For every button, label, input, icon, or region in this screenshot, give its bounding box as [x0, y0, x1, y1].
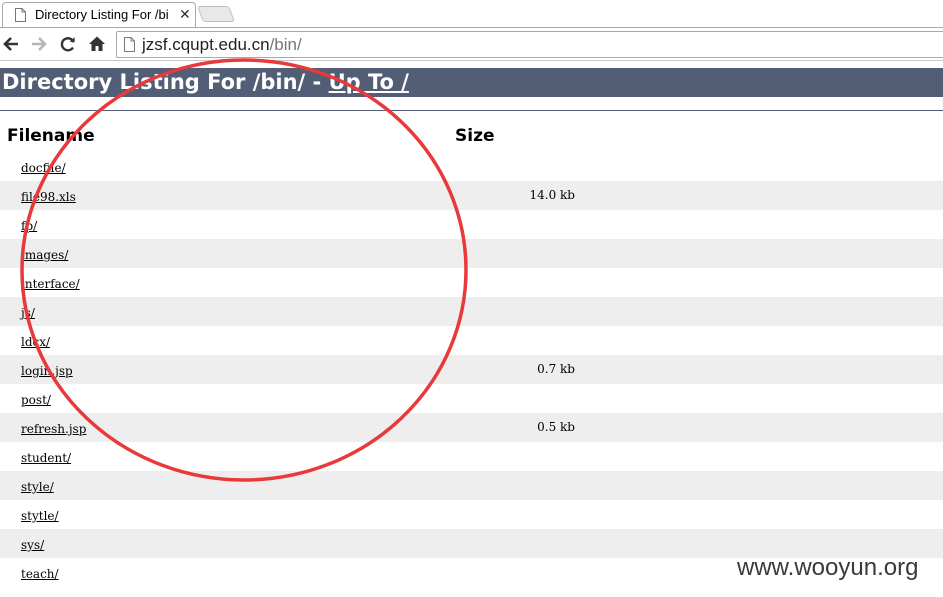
file-list: docfile/file98.xls 14.0 kb fp/images/inter… [0, 152, 943, 587]
forward-arrow-icon [32, 37, 47, 51]
page-icon [124, 37, 135, 52]
page-title: Directory Listing For /bin/ - Up To / [0, 68, 943, 97]
home-button[interactable] [87, 34, 107, 54]
file-size: 0.7 kb [537, 362, 575, 376]
divider [0, 110, 943, 111]
table-row: student/ [0, 442, 943, 471]
table-row: interface/ [0, 268, 943, 297]
file-link[interactable]: sys/ [21, 538, 44, 552]
forward-button[interactable] [29, 34, 49, 54]
file-link[interactable]: docfile/ [21, 161, 66, 175]
home-icon [89, 36, 105, 51]
back-button[interactable] [1, 34, 21, 54]
file-link[interactable]: interface/ [21, 277, 80, 291]
up-to-link[interactable]: Up To / [329, 70, 409, 94]
file-link[interactable]: stytle/ [21, 509, 59, 523]
filename-column-header: Filename [7, 126, 95, 146]
table-row: file98.xls 14.0 kb [0, 181, 943, 210]
address-bar[interactable]: jzsf.cqupt.edu.cn/bin/ [116, 31, 943, 58]
table-row: login.jsp 0.7 kb [0, 355, 943, 384]
table-row: post/ [0, 384, 943, 413]
table-row: stytle/ [0, 500, 943, 529]
file-link[interactable]: file98.xls [21, 190, 76, 204]
file-link[interactable]: refresh.jsp [21, 422, 86, 436]
file-link[interactable]: teach/ [21, 567, 59, 581]
file-link[interactable]: login.jsp [21, 364, 73, 378]
browser-toolbar: jzsf.cqupt.edu.cn/bin/ [0, 27, 943, 61]
table-row: style/ [0, 471, 943, 500]
table-row: ldcx/ [0, 326, 943, 355]
new-tab-button[interactable] [197, 6, 235, 22]
back-arrow-icon [3, 37, 18, 51]
url-host: jzsf.cqupt.edu.cn [142, 35, 270, 54]
file-link[interactable]: js/ [21, 306, 35, 320]
tab-strip: Directory Listing For /bi ✕ [0, 0, 943, 27]
file-link[interactable]: images/ [21, 248, 68, 262]
size-column-header: Size [455, 126, 495, 146]
table-row: refresh.jsp 0.5 kb [0, 413, 943, 442]
file-link[interactable]: style/ [21, 480, 54, 494]
file-size: 14.0 kb [529, 188, 576, 202]
reload-icon [60, 37, 75, 52]
table-row: js/ [0, 297, 943, 326]
file-link[interactable]: fp/ [21, 219, 37, 233]
file-link[interactable]: ldcx/ [21, 335, 50, 349]
url-path: /bin/ [269, 35, 302, 54]
listing-header: Directory Listing For /bin/ - Up To / [0, 68, 943, 97]
page-title-text: Directory Listing For /bin/ - [2, 70, 329, 94]
tab-title: Directory Listing For /bi [35, 7, 169, 22]
table-row: images/ [0, 239, 943, 268]
reload-button[interactable] [58, 34, 78, 54]
file-link[interactable]: student/ [21, 451, 71, 465]
watermark: www.wooyun.org [737, 554, 919, 581]
close-icon[interactable]: ✕ [179, 6, 191, 23]
page-icon [15, 8, 26, 22]
browser-tab[interactable]: Directory Listing For /bi ✕ [2, 2, 196, 27]
url-text: jzsf.cqupt.edu.cn/bin/ [142, 35, 302, 55]
table-row: fp/ [0, 210, 943, 239]
file-link[interactable]: post/ [21, 393, 51, 407]
table-row: docfile/ [0, 152, 943, 181]
file-size: 0.5 kb [537, 420, 575, 434]
